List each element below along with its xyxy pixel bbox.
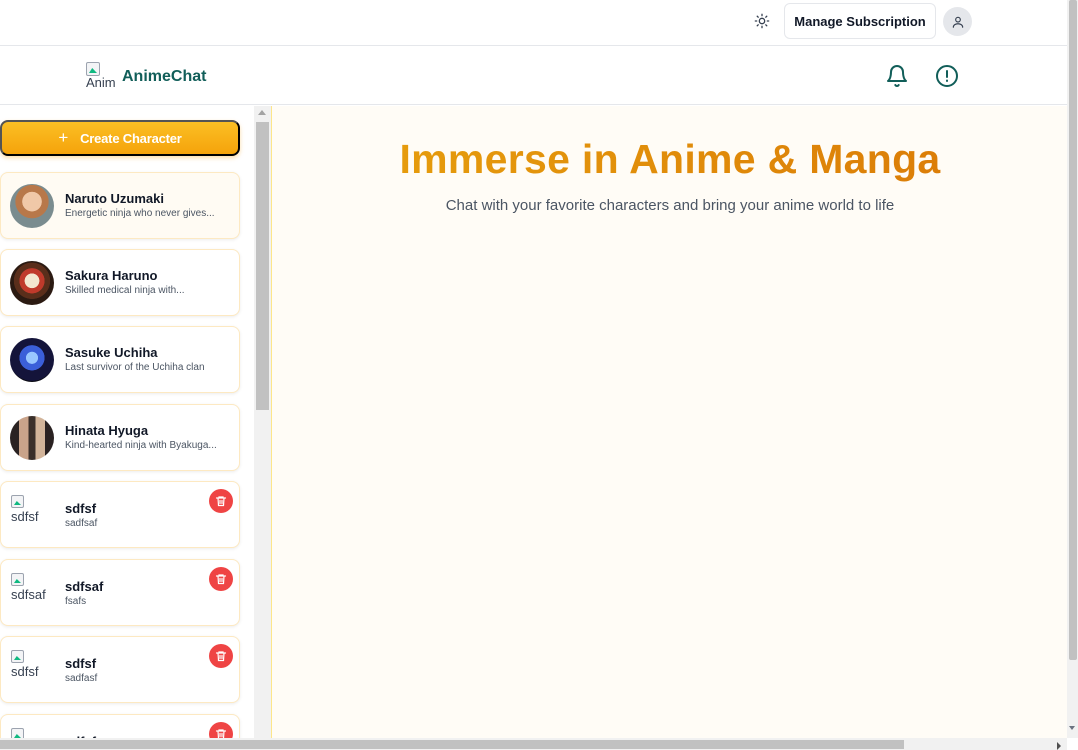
logo-alt-text: Anim [86,75,115,90]
custom-character-card[interactable]: sdfsaf sdfsaf fsafs [0,559,240,626]
trash-icon[interactable] [209,567,233,591]
top-bar: Manage Subscription [0,0,1067,46]
broken-image-icon [11,573,24,586]
character-name: sdfsf [65,656,97,671]
character-card-sakura[interactable]: Sakura Haruno Skilled medical ninja with… [0,249,240,316]
character-description: sadfasf [65,673,98,684]
character-description: sadfsaf [65,518,98,529]
scroll-right-icon[interactable] [1057,742,1061,750]
plus-icon: + [58,128,69,147]
avatar-alt-text: sdfsaf [11,587,46,602]
avatar: sdfsaf [11,573,51,613]
page-subtitle: Chat with your favorite characters and b… [445,197,895,214]
broken-image-icon [11,650,24,663]
custom-character-card[interactable]: sdfsf sdfsf [0,714,240,738]
character-name: sdfsaf [65,579,104,594]
sidebar-scrollbar-thumb[interactable] [256,122,269,410]
character-description: Last survivor of the Uchiha clan [65,362,205,373]
app-header: Anim AnimeChat [0,47,1067,105]
app-root: Manage Subscription Anim AnimeChat + Cre… [0,0,1078,750]
brand-name[interactable]: AnimeChat [122,68,206,86]
create-character-label: Create Character [80,130,182,146]
avatar [10,416,54,460]
alert-circle-icon[interactable] [935,64,959,88]
character-card-sasuke[interactable]: Sasuke Uchiha Last survivor of the Uchih… [0,326,240,393]
avatar-alt-text: sdfsf [11,664,39,679]
sun-icon[interactable] [750,9,774,33]
character-card-naruto[interactable]: Naruto Uzumaki Energetic ninja who never… [0,172,240,239]
manage-subscription-button[interactable]: Manage Subscription [784,3,936,39]
main-content: Immerse in Anime & Manga Chat with your … [271,106,1067,738]
character-name: sdfsf [65,501,97,516]
avatar [10,338,54,382]
custom-character-card[interactable]: sdfsf sdfsf sadfsaf [0,481,240,548]
avatar: sdfsf [11,495,51,535]
character-name: Sasuke Uchiha [65,345,158,360]
character-card-hinata[interactable]: Hinata Hyuga Kind-hearted ninja with Bya… [0,404,240,471]
scroll-down-icon[interactable] [1069,726,1075,730]
page-horizontal-scrollbar-thumb[interactable] [0,740,904,749]
character-description: Skilled medical ninja with... [65,285,185,296]
page-vertical-scrollbar-thumb[interactable] [1069,0,1077,660]
page-title: Immerse in Anime & Manga [272,136,1068,183]
avatar [10,261,54,305]
trash-icon[interactable] [209,489,233,513]
character-sidebar: + Create Character Naruto Uzumaki Energe… [0,106,254,738]
character-name: Hinata Hyuga [65,423,149,438]
character-description: Kind-hearted ninja with Byakuga... [65,440,217,451]
trash-icon[interactable] [209,644,233,668]
broken-image-icon [86,62,100,76]
bell-icon[interactable] [885,64,909,88]
avatar: sdfsf [11,650,51,690]
avatar [10,184,54,228]
avatar-alt-text: sdfsf [11,509,39,524]
broken-image-icon [11,495,24,508]
custom-character-card[interactable]: sdfsf sdfsf sadfasf [0,636,240,703]
create-character-button[interactable]: + Create Character [0,120,240,156]
broken-image-icon [11,728,24,738]
character-description: Energetic ninja who never gives... [65,208,215,219]
trash-icon[interactable] [209,722,233,738]
character-description: fsafs [65,596,87,607]
scroll-up-icon[interactable] [258,110,266,115]
user-icon[interactable] [943,7,972,36]
avatar: sdfsf [11,728,51,738]
character-name: Naruto Uzumaki [65,191,164,206]
character-name: Sakura Haruno [65,268,158,283]
logo-image[interactable]: Anim [86,62,115,92]
